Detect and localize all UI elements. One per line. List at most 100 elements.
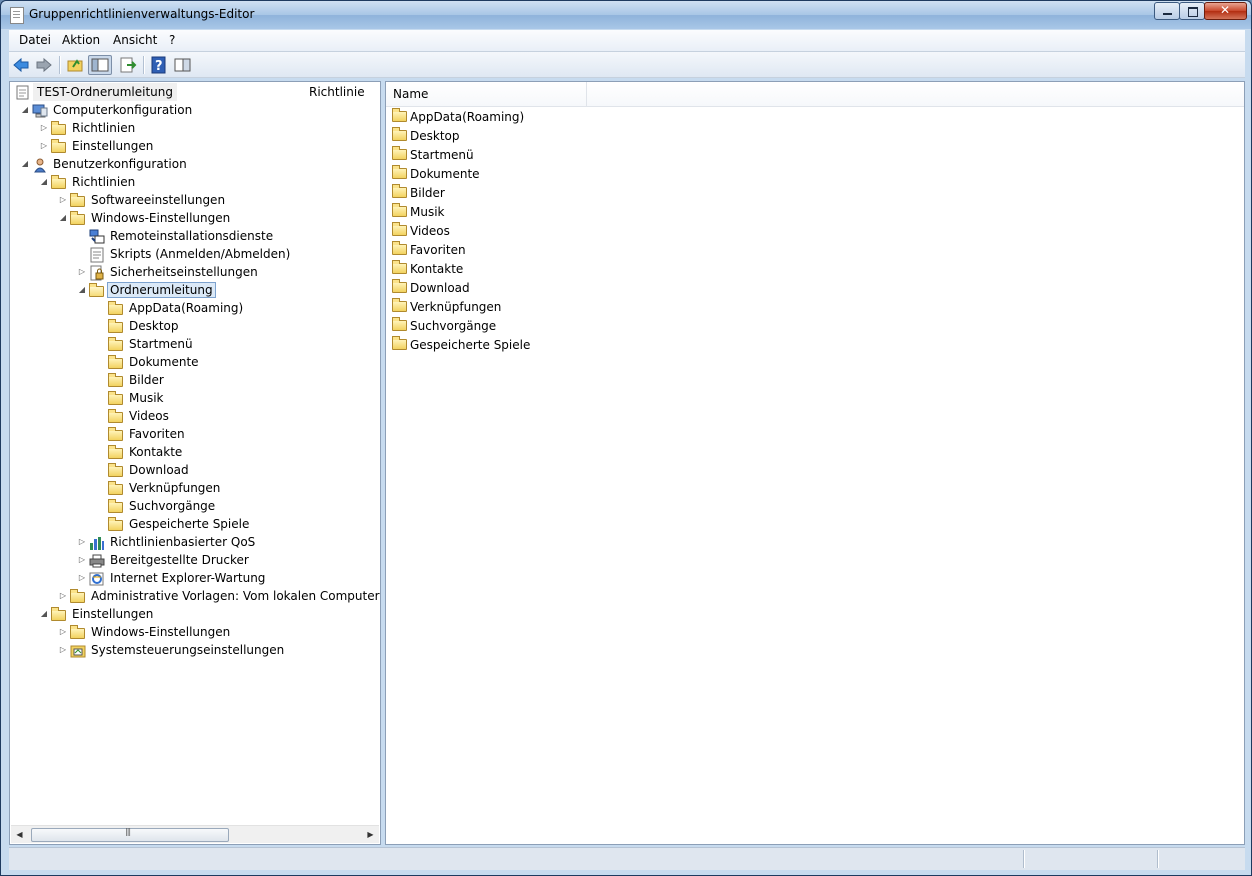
list-item-label: Startmenü bbox=[410, 148, 474, 162]
minimize-button[interactable] bbox=[1154, 2, 1180, 20]
folder-icon bbox=[392, 127, 407, 141]
details-list[interactable]: Name AppData(Roaming) Desktop Startmenü Dok… bbox=[385, 81, 1245, 845]
tree-node[interactable]: Gespeicherte Spiele bbox=[10, 515, 380, 533]
list-item-label: Dokumente bbox=[410, 167, 480, 181]
tree-node[interactable]: Remoteinstallationsdienste bbox=[10, 227, 380, 245]
export-list-icon[interactable] bbox=[118, 55, 138, 75]
tree-node[interactable]: Download bbox=[10, 461, 380, 479]
tree-node[interactable]: Videos bbox=[10, 407, 380, 425]
tree-node[interactable]: ▷ Richtlinien bbox=[10, 119, 380, 137]
tree-node[interactable]: ◢ Richtlinien bbox=[10, 173, 380, 191]
expanded-arrow-icon[interactable]: ◢ bbox=[58, 209, 68, 227]
tree-node-label: Musik bbox=[129, 391, 164, 405]
expanded-arrow-icon[interactable]: ◢ bbox=[20, 155, 30, 173]
security-icon bbox=[89, 265, 105, 281]
scroll-right-arrow-icon[interactable]: ▶ bbox=[364, 828, 377, 841]
tree-node-label: Download bbox=[129, 463, 189, 477]
folder-icon bbox=[108, 391, 124, 405]
tree-node[interactable]: Suchvorgänge bbox=[10, 497, 380, 515]
menu-ansicht[interactable]: Ansicht bbox=[111, 32, 159, 48]
close-button[interactable] bbox=[1204, 2, 1247, 20]
back-arrow-icon[interactable] bbox=[11, 55, 31, 75]
collapsed-arrow-icon[interactable]: ▷ bbox=[77, 533, 87, 551]
collapsed-arrow-icon[interactable]: ▷ bbox=[58, 641, 68, 659]
tree-node-label: Ordnerumleitung bbox=[107, 282, 216, 298]
menu-datei[interactable]: Datei bbox=[17, 32, 53, 48]
collapsed-arrow-icon[interactable]: ▷ bbox=[39, 119, 49, 137]
tree-node[interactable]: Musik bbox=[10, 389, 380, 407]
column-header-empty bbox=[586, 82, 1244, 106]
tree-node[interactable]: AppData(Roaming) bbox=[10, 299, 380, 317]
up-folder-icon[interactable] bbox=[65, 55, 85, 75]
tree-node-label: Bereitgestellte Drucker bbox=[110, 553, 249, 567]
collapsed-arrow-icon[interactable]: ▷ bbox=[58, 623, 68, 641]
tree-node[interactable]: ◢ Computerkonfiguration bbox=[10, 101, 380, 119]
tree-node[interactable]: Kontakte bbox=[10, 443, 380, 461]
collapsed-arrow-icon[interactable]: ▷ bbox=[77, 569, 87, 587]
collapsed-arrow-icon[interactable]: ▷ bbox=[77, 263, 87, 281]
tree-node[interactable]: Startmenü bbox=[10, 335, 380, 353]
tree-node[interactable]: ◢ Benutzerkonfiguration bbox=[10, 155, 380, 173]
tree-node[interactable]: Skripts (Anmelden/Abmelden) bbox=[10, 245, 380, 263]
menu-aktion[interactable]: Aktion bbox=[60, 32, 102, 48]
tree-node[interactable]: ▷ Windows-Einstellungen bbox=[10, 623, 380, 641]
forward-arrow-icon[interactable] bbox=[34, 55, 54, 75]
tree-node[interactable]: Verknüpfungen bbox=[10, 479, 380, 497]
no-expander bbox=[77, 227, 87, 245]
tree-node-label: Dokumente bbox=[129, 355, 199, 369]
tree-node[interactable]: Desktop bbox=[10, 317, 380, 335]
expanded-arrow-icon[interactable]: ◢ bbox=[77, 281, 87, 299]
tree-node[interactable]: ▷ Systemsteuerungseinstellungen bbox=[10, 641, 380, 659]
collapsed-arrow-icon[interactable]: ▷ bbox=[58, 191, 68, 209]
tree-horizontal-scrollbar[interactable]: ◀ ▶ bbox=[11, 825, 379, 843]
tree-node[interactable]: ◢ Einstellungen bbox=[10, 605, 380, 623]
folder-icon bbox=[392, 241, 407, 255]
tree-node[interactable]: ◢ Ordnerumleitung bbox=[10, 281, 380, 299]
tree-node[interactable]: ▷ Richtlinienbasierter QoS bbox=[10, 533, 380, 551]
tree-node[interactable]: Dokumente bbox=[10, 353, 380, 371]
collapsed-arrow-icon[interactable]: ▷ bbox=[58, 587, 68, 605]
list-header: Name bbox=[386, 82, 1244, 107]
tree-node[interactable]: ▷ Sicherheitseinstellungen bbox=[10, 263, 380, 281]
tree-node-label: Gespeicherte Spiele bbox=[129, 517, 250, 531]
no-expander bbox=[96, 479, 106, 497]
collapsed-arrow-icon[interactable]: ▷ bbox=[39, 137, 49, 155]
tree-node[interactable]: ▷ Softwareeinstellungen bbox=[10, 191, 380, 209]
tree-node-label: Kontakte bbox=[129, 445, 183, 459]
tree-node[interactable]: ▷ Bereitgestellte Drucker bbox=[10, 551, 380, 569]
tree-node[interactable]: ▷ Internet Explorer-Wartung bbox=[10, 569, 380, 587]
expanded-arrow-icon[interactable]: ◢ bbox=[20, 101, 30, 119]
show-hide-tree-icon[interactable] bbox=[88, 55, 112, 75]
tree-node[interactable]: ▷ Einstellungen bbox=[10, 137, 380, 155]
folder-icon bbox=[108, 445, 124, 459]
tree-column-header: Richtlinie bbox=[309, 85, 365, 99]
column-header-name[interactable]: Name bbox=[386, 82, 587, 106]
title-bar[interactable]: Gruppenrichtlinienverwaltungs-Editor bbox=[1, 1, 1251, 29]
tree-node[interactable]: Bilder bbox=[10, 371, 380, 389]
maximize-button[interactable] bbox=[1179, 2, 1205, 20]
printer-icon bbox=[89, 553, 105, 568]
gpo-editor-icon bbox=[10, 7, 24, 24]
scroll-thumb[interactable] bbox=[31, 827, 229, 842]
list-item-label: Download bbox=[410, 281, 470, 295]
tree-node-label: Administrative Vorlagen: Vom lokalen Com… bbox=[91, 589, 380, 603]
tree-node[interactable]: ◢ Windows-Einstellungen bbox=[10, 209, 380, 227]
collapsed-arrow-icon[interactable]: ▷ bbox=[77, 551, 87, 569]
scroll-left-arrow-icon[interactable]: ◀ bbox=[13, 828, 26, 841]
expanded-arrow-icon[interactable]: ◢ bbox=[39, 605, 49, 623]
tree-node-label: Sicherheitseinstellungen bbox=[110, 265, 258, 279]
no-expander bbox=[96, 407, 106, 425]
tree-root[interactable]: TEST-Ordnerumleitung Richtlinie bbox=[13, 83, 373, 101]
tree-node-label: Computerkonfiguration bbox=[53, 103, 193, 117]
tree-node[interactable]: Favoriten bbox=[10, 425, 380, 443]
tree-node-label: Einstellungen bbox=[72, 139, 154, 153]
console-tree[interactable]: TEST-Ordnerumleitung Richtlinie ◢ Compute… bbox=[9, 81, 381, 845]
properties-pane-icon[interactable] bbox=[172, 55, 192, 75]
expanded-arrow-icon[interactable]: ◢ bbox=[39, 173, 49, 191]
help-icon[interactable]: ? bbox=[149, 55, 169, 75]
list-item-label: Gespeicherte Spiele bbox=[410, 338, 531, 352]
tree-node[interactable]: ▷ Administrative Vorlagen: Vom lokalen Co… bbox=[10, 587, 380, 605]
menu-help[interactable]: ? bbox=[167, 32, 177, 48]
folder-icon bbox=[392, 317, 407, 331]
gpo-document-icon bbox=[15, 85, 31, 100]
